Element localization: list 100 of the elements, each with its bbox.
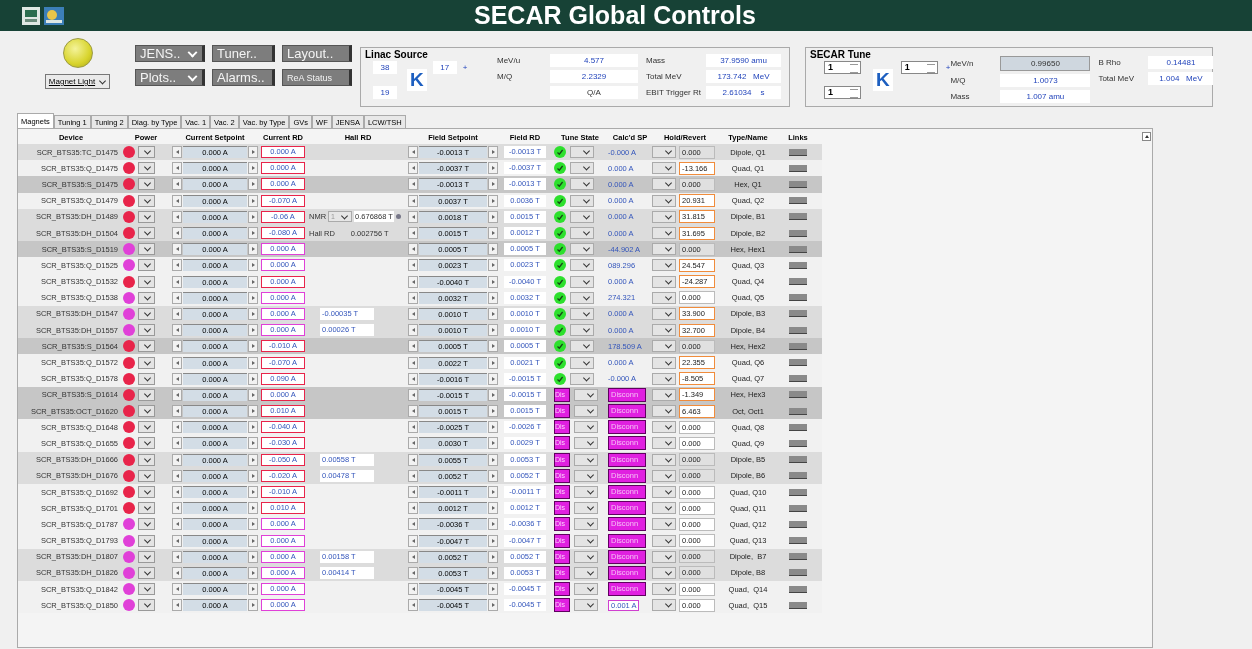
power-dropdown[interactable] <box>138 518 155 531</box>
link-button[interactable] <box>789 229 807 237</box>
decrement-button[interactable] <box>408 550 418 563</box>
link-button[interactable] <box>789 520 807 528</box>
decrement-button[interactable] <box>172 146 182 159</box>
decrement-button[interactable] <box>172 162 182 175</box>
increment-button[interactable] <box>248 243 258 256</box>
power-dropdown[interactable] <box>138 437 155 450</box>
power-dropdown[interactable] <box>138 210 155 223</box>
tune-dropdown[interactable] <box>570 194 594 207</box>
link-button[interactable] <box>789 180 807 188</box>
action-button[interactable]: ReA Status <box>282 69 352 86</box>
decrement-button[interactable] <box>172 502 182 515</box>
increment-button[interactable] <box>488 583 498 596</box>
decrement-button[interactable] <box>408 275 418 288</box>
tune-dropdown[interactable] <box>574 486 598 499</box>
increment-button[interactable] <box>488 146 498 159</box>
tune-dropdown[interactable] <box>574 502 598 515</box>
link-button[interactable] <box>789 537 807 545</box>
decrement-button[interactable] <box>408 534 418 547</box>
increment-button[interactable] <box>248 291 258 304</box>
tune-dropdown[interactable] <box>574 583 598 596</box>
hold-dropdown[interactable] <box>652 243 676 256</box>
tune-dropdown[interactable] <box>574 534 598 547</box>
increment-button[interactable] <box>248 388 258 401</box>
hold-dropdown[interactable] <box>652 291 676 304</box>
increment-button[interactable] <box>248 486 258 499</box>
decrement-button[interactable] <box>172 550 182 563</box>
decrement-button[interactable] <box>172 372 182 385</box>
menu-button[interactable]: JENS.. <box>135 45 205 62</box>
decrement-button[interactable] <box>172 388 182 401</box>
power-dropdown[interactable] <box>138 259 155 272</box>
power-dropdown[interactable] <box>138 372 155 385</box>
decrement-button[interactable] <box>172 453 182 466</box>
hold-dropdown[interactable] <box>652 372 676 385</box>
decrement-button[interactable] <box>172 194 182 207</box>
increment-button[interactable] <box>248 421 258 434</box>
tune-dropdown[interactable] <box>570 210 594 223</box>
power-dropdown[interactable] <box>138 178 155 191</box>
increment-button[interactable] <box>248 194 258 207</box>
action-button[interactable]: Tuner.. <box>212 45 275 62</box>
link-button[interactable] <box>789 504 807 512</box>
decrement-button[interactable] <box>172 599 182 612</box>
decrement-button[interactable] <box>408 243 418 256</box>
hold-dropdown[interactable] <box>652 307 676 320</box>
hold-dropdown[interactable] <box>652 518 676 531</box>
increment-button[interactable] <box>488 599 498 612</box>
hold-dropdown[interactable] <box>652 388 676 401</box>
link-button[interactable] <box>789 359 807 367</box>
increment-button[interactable] <box>488 324 498 337</box>
increment-button[interactable] <box>488 227 498 240</box>
increment-button[interactable] <box>248 324 258 337</box>
power-dropdown[interactable] <box>138 583 155 596</box>
link-button[interactable] <box>789 278 807 286</box>
decrement-button[interactable] <box>408 437 418 450</box>
decrement-button[interactable] <box>172 583 182 596</box>
power-dropdown[interactable] <box>138 307 155 320</box>
increment-button[interactable] <box>488 502 498 515</box>
increment-button[interactable] <box>488 388 498 401</box>
power-dropdown[interactable] <box>138 469 155 482</box>
power-dropdown[interactable] <box>138 275 155 288</box>
power-dropdown[interactable] <box>138 324 155 337</box>
link-button[interactable] <box>789 164 807 172</box>
tune-dropdown[interactable] <box>574 437 598 450</box>
hold-dropdown[interactable] <box>652 550 676 563</box>
decrement-button[interactable] <box>408 210 418 223</box>
increment-button[interactable] <box>248 599 258 612</box>
increment-button[interactable] <box>488 421 498 434</box>
decrement-button[interactable] <box>172 437 182 450</box>
charge-spinner[interactable]: 1 <box>900 61 938 74</box>
tune-dropdown[interactable] <box>570 275 594 288</box>
power-dropdown[interactable] <box>138 534 155 547</box>
link-button[interactable] <box>789 456 807 464</box>
power-dropdown[interactable] <box>138 453 155 466</box>
decrement-button[interactable] <box>408 583 418 596</box>
decrement-button[interactable] <box>408 146 418 159</box>
tune-dropdown[interactable] <box>574 405 598 418</box>
link-button[interactable] <box>789 148 807 156</box>
hold-dropdown[interactable] <box>652 566 676 579</box>
action-button[interactable]: Alarms.. <box>212 69 275 86</box>
increment-button[interactable] <box>248 227 258 240</box>
power-dropdown[interactable] <box>138 291 155 304</box>
power-dropdown[interactable] <box>138 356 155 369</box>
tune-dropdown[interactable] <box>574 550 598 563</box>
charge-field[interactable]: 17 <box>432 61 457 74</box>
decrement-button[interactable] <box>172 259 182 272</box>
decrement-button[interactable] <box>172 469 182 482</box>
increment-button[interactable] <box>488 356 498 369</box>
decrement-button[interactable] <box>408 388 418 401</box>
increment-button[interactable] <box>488 372 498 385</box>
decrement-button[interactable] <box>172 518 182 531</box>
power-dropdown[interactable] <box>138 502 155 515</box>
increment-button[interactable] <box>488 405 498 418</box>
mass-number-field[interactable]: 38 <box>373 61 397 74</box>
hold-dropdown[interactable] <box>652 324 676 337</box>
hold-dropdown[interactable] <box>652 599 676 612</box>
increment-button[interactable] <box>488 566 498 579</box>
increment-button[interactable] <box>488 194 498 207</box>
tune-dropdown[interactable] <box>570 162 594 175</box>
power-dropdown[interactable] <box>138 599 155 612</box>
